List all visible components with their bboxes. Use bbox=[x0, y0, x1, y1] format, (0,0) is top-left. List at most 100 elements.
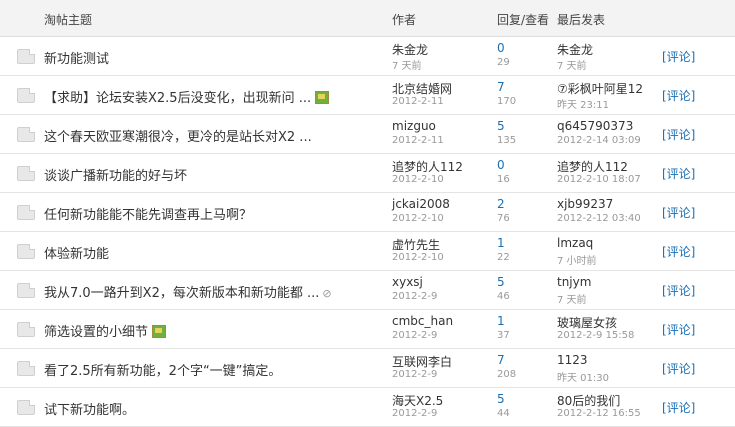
last-poster-link[interactable]: 朱金龙 bbox=[557, 41, 593, 58]
header-replies-views: 回复/查看 bbox=[497, 13, 550, 27]
last-poster-link[interactable]: ⑦彩枫叶阿星12 bbox=[557, 80, 643, 97]
thread-title-text[interactable]: 筛选设置的小细节 bbox=[44, 325, 148, 340]
reply-count[interactable]: 5 bbox=[497, 275, 505, 289]
author-link[interactable]: 追梦的人112 bbox=[392, 158, 463, 175]
last-post-time[interactable]: 昨天 01:30 bbox=[557, 369, 609, 384]
thread-title-text[interactable]: 新功能测试 bbox=[44, 52, 109, 67]
last-poster-link[interactable]: tnjym bbox=[557, 275, 591, 289]
comment-link[interactable]: [评论] bbox=[662, 360, 695, 377]
header-subject: 淘帖主题 bbox=[44, 13, 93, 27]
header-author: 作者 bbox=[392, 13, 417, 27]
table-row: 试下新功能啊。 海天X2.5 2012-2-9 5 44 80后的我们 2012-2-12 … bbox=[0, 388, 735, 427]
author-link[interactable]: 朱金龙 bbox=[392, 41, 428, 58]
post-date: 2012-2-9 bbox=[392, 369, 438, 380]
last-post-time[interactable]: 2012-2-10 18:07 bbox=[557, 174, 641, 185]
table-row: 我从7.0一路升到X2，每次新版本和新功能都 ... ⊘ xyxsj 2012-2-9… bbox=[0, 271, 735, 310]
post-date: 2012-2-9 bbox=[392, 330, 438, 341]
last-poster-link[interactable]: 80后的我们 bbox=[557, 392, 620, 409]
thread-title-text[interactable]: 体验新功能 bbox=[44, 247, 109, 262]
author-link[interactable]: 虚竹先生 bbox=[392, 236, 440, 253]
thread-title[interactable]: 新功能测试 bbox=[44, 48, 109, 67]
thread-title[interactable]: 这个春天欧亚寒潮很冷，更冷的是站长对X2 ... bbox=[44, 126, 312, 145]
thread-title[interactable]: 任何新功能能不能先调查再上马啊？ bbox=[44, 204, 252, 223]
thread-title[interactable]: 我从7.0一路升到X2，每次新版本和新功能都 ... ⊘ bbox=[44, 282, 332, 301]
author-link[interactable]: 北京结婚网 bbox=[392, 80, 452, 97]
reply-count[interactable]: 2 bbox=[497, 197, 505, 211]
last-post-time[interactable]: 7 天前 bbox=[557, 57, 587, 72]
table-header: 淘帖主题 作者 回复/查看 最后发表 bbox=[0, 0, 735, 37]
last-poster-link[interactable]: xjb99237 bbox=[557, 197, 613, 211]
view-count: 37 bbox=[497, 330, 510, 341]
comment-link[interactable]: [评论] bbox=[662, 321, 695, 338]
author-link[interactable]: xyxsj bbox=[392, 275, 423, 289]
last-post-time[interactable]: 2012-2-12 03:40 bbox=[557, 213, 641, 224]
reply-count[interactable]: 5 bbox=[497, 119, 505, 133]
table-row: 谈谈广播新功能的好与坏 追梦的人112 2012-2-10 0 16 追梦的人112 201… bbox=[0, 154, 735, 193]
author-link[interactable]: mizguo bbox=[392, 119, 436, 133]
last-poster-link[interactable]: q645790373 bbox=[557, 119, 633, 133]
table-row: 新功能测试 朱金龙 7 天前 0 29 朱金龙 7 天前 [评论] bbox=[0, 37, 735, 76]
last-poster-link[interactable]: 玻璃屋女孩 bbox=[557, 314, 617, 331]
comment-link[interactable]: [评论] bbox=[662, 243, 695, 260]
reply-count[interactable]: 0 bbox=[497, 41, 505, 55]
thread-title-text[interactable]: 【求助】论坛安装X2.5后没变化，出现新问 ... bbox=[44, 91, 311, 106]
post-date: 2012-2-10 bbox=[392, 174, 444, 185]
thread-title-text[interactable]: 试下新功能啊。 bbox=[44, 403, 135, 418]
reply-count[interactable]: 5 bbox=[497, 392, 505, 406]
last-post-time[interactable]: 昨天 23:11 bbox=[557, 96, 609, 111]
author-link[interactable]: jckai2008 bbox=[392, 197, 450, 211]
post-date: 2012-2-9 bbox=[392, 408, 438, 419]
thread-title[interactable]: 谈谈广播新功能的好与坏 bbox=[44, 165, 187, 184]
thread-icon bbox=[17, 166, 35, 181]
thread-icon bbox=[17, 244, 35, 259]
view-count: 170 bbox=[497, 96, 517, 107]
last-poster-link[interactable]: 追梦的人112 bbox=[557, 158, 628, 175]
table-row: 任何新功能能不能先调查再上马啊？ jckai2008 2012-2-10 2 76 xjb… bbox=[0, 193, 735, 232]
thread-title-text[interactable]: 这个春天欧亚寒潮很冷，更冷的是站长对X2 ... bbox=[44, 130, 312, 145]
reply-count[interactable]: 7 bbox=[497, 353, 505, 367]
thread-title[interactable]: 筛选设置的小细节 bbox=[44, 321, 167, 340]
thread-title-text[interactable]: 任何新功能能不能先调查再上马啊？ bbox=[44, 208, 252, 223]
thread-icon bbox=[17, 400, 35, 415]
reply-count[interactable]: 7 bbox=[497, 80, 505, 94]
view-count: 44 bbox=[497, 408, 510, 419]
author-link[interactable]: 海天X2.5 bbox=[392, 392, 443, 409]
post-date: 2012-2-11 bbox=[392, 135, 444, 146]
thread-icon bbox=[17, 361, 35, 376]
last-post-time[interactable]: 7 小时前 bbox=[557, 252, 597, 267]
author-link[interactable]: 互联网李白 bbox=[392, 353, 452, 370]
reply-count[interactable]: 0 bbox=[497, 158, 505, 172]
last-poster-link[interactable]: lmzaq bbox=[557, 236, 593, 250]
reply-count[interactable]: 1 bbox=[497, 314, 505, 328]
comment-link[interactable]: [评论] bbox=[662, 165, 695, 182]
thread-title-text[interactable]: 看了2.5所有新功能，2个字“一键”搞定。 bbox=[44, 364, 281, 379]
comment-link[interactable]: [评论] bbox=[662, 399, 695, 416]
comment-link[interactable]: [评论] bbox=[662, 126, 695, 143]
thread-title-text[interactable]: 我从7.0一路升到X2，每次新版本和新功能都 ... bbox=[44, 286, 319, 301]
thread-title-text[interactable]: 谈谈广播新功能的好与坏 bbox=[44, 169, 187, 184]
comment-link[interactable]: [评论] bbox=[662, 204, 695, 221]
thread-icon bbox=[17, 127, 35, 142]
last-post-time[interactable]: 2012-2-9 15:58 bbox=[557, 330, 634, 341]
author-link[interactable]: cmbc_han bbox=[392, 314, 453, 328]
attachment-icon: ⊘ bbox=[322, 287, 332, 300]
post-date: 2012-2-9 bbox=[392, 291, 438, 302]
last-post-time[interactable]: 2012-2-14 03:09 bbox=[557, 135, 641, 146]
view-count: 22 bbox=[497, 252, 510, 263]
table-row: 【求助】论坛安装X2.5后没变化，出现新问 ... 北京结婚网 2012-2-11 7… bbox=[0, 76, 735, 115]
table-row: 体验新功能 虚竹先生 2012-2-10 1 22 lmzaq 7 小时前 [评论] bbox=[0, 232, 735, 271]
thread-list: 新功能测试 朱金龙 7 天前 0 29 朱金龙 7 天前 [评论] 【求助】论坛安装X2.5后没… bbox=[0, 37, 735, 427]
last-post-time[interactable]: 7 天前 bbox=[557, 291, 587, 306]
last-poster-link[interactable]: 1123 bbox=[557, 353, 588, 367]
view-count: 208 bbox=[497, 369, 517, 380]
thread-title[interactable]: 试下新功能啊。 bbox=[44, 399, 135, 418]
comment-link[interactable]: [评论] bbox=[662, 48, 695, 65]
comment-link[interactable]: [评论] bbox=[662, 87, 695, 104]
thread-title[interactable]: 体验新功能 bbox=[44, 243, 109, 262]
table-row: 筛选设置的小细节 cmbc_han 2012-2-9 1 37 玻璃屋女孩 2012-2-9… bbox=[0, 310, 735, 349]
reply-count[interactable]: 1 bbox=[497, 236, 505, 250]
comment-link[interactable]: [评论] bbox=[662, 282, 695, 299]
last-post-time[interactable]: 2012-2-12 16:55 bbox=[557, 408, 641, 419]
thread-title[interactable]: 【求助】论坛安装X2.5后没变化，出现新问 ... bbox=[44, 87, 330, 106]
thread-title[interactable]: 看了2.5所有新功能，2个字“一键”搞定。 bbox=[44, 360, 281, 379]
